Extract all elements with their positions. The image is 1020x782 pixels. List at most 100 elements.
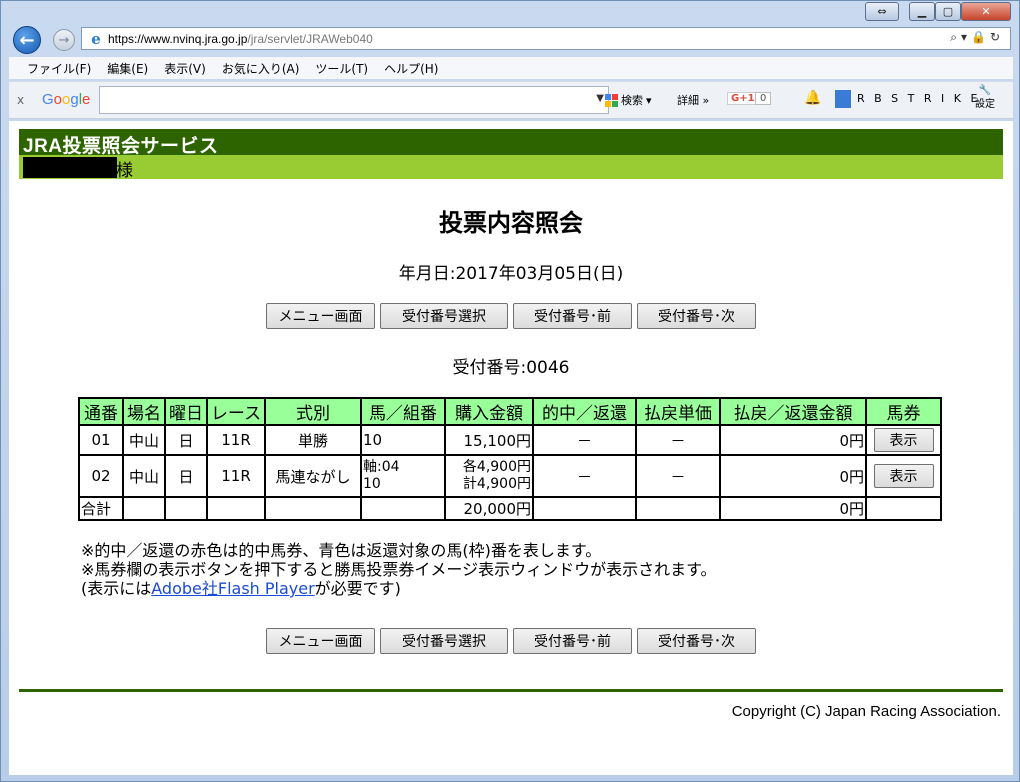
user-avatar-icon[interactable] (835, 90, 851, 108)
cell-race: 11R (206, 424, 266, 456)
menu-tools[interactable]: ツール(T) (315, 60, 368, 77)
cell-ticket: 表示 (865, 424, 942, 456)
notes: ※的中／返還の赤色は的中馬券、青色は返還対象の馬(枠)番を表します。 ※馬券欄の… (81, 541, 717, 598)
receipt-next-button[interactable]: 受付番号･次 (637, 628, 756, 654)
note-line-1: ※的中／返還の赤色は的中馬券、青色は返還対象の馬(枠)番を表します。 (81, 541, 602, 560)
cell-payout: 0円 (719, 424, 867, 456)
menu-file[interactable]: ファイル(F) (27, 60, 91, 77)
window-restore-icon[interactable]: ⇔ (865, 2, 899, 21)
cell-total-label: 合計 (78, 496, 124, 521)
toolbar-search-input[interactable]: ▼ (99, 86, 609, 114)
menu-screen-button[interactable]: メニュー画面 (266, 628, 375, 654)
flash-player-link[interactable]: Adobe社Flash Player (151, 579, 314, 598)
url-host: https://www.nvinq.jra.go.jp (108, 31, 248, 46)
toolbar-close-icon[interactable]: x (17, 93, 24, 107)
cell-hit: － (532, 454, 637, 498)
show-ticket-button[interactable]: 表示 (873, 464, 934, 488)
navigation-bar: ← → e https://www.nvinq.jra.go.jp/jra/se… (9, 25, 1013, 55)
cell-amount: 15,100円 (444, 424, 534, 456)
bet-table: 通番 場名 曜日 レース 式別 馬／組番 購入金額 的中／返還 払戻単価 払戻／… (78, 397, 942, 521)
close-window-button[interactable]: ✕ (961, 2, 1011, 21)
toolbar-user-label[interactable]: R B S T R I K E (857, 92, 980, 105)
back-button[interactable]: ← (13, 26, 41, 54)
table-row: 01 中山 日 11R 単勝 10 15,100円 － － 0円 表示 (78, 424, 942, 456)
ie-page-icon: e (91, 29, 101, 48)
date-line: 年月日:2017年03月05日(日) (398, 264, 624, 284)
note-line-2: ※馬券欄の表示ボタンを押下すると勝馬投票券イメージ表示ウィンドウが表示されます。 (81, 560, 717, 579)
cell-race: 11R (206, 454, 266, 498)
menu-bar: ファイル(F) 編集(E) 表示(V) お気に入り(A) ツール(T) ヘルプ(… (9, 57, 1013, 79)
col-race: レース (206, 397, 266, 426)
col-combo: 馬／組番 (360, 397, 446, 426)
google-logo: Google (42, 91, 91, 108)
gplus-button[interactable]: G+1 (727, 92, 759, 105)
toolbar-settings-button[interactable]: 🔧 設定 (975, 84, 995, 112)
settings-label: 設定 (975, 99, 995, 110)
menu-screen-button[interactable]: メニュー画面 (266, 303, 375, 329)
cell-venue: 中山 (122, 424, 166, 456)
bottom-button-row: メニュー画面 受付番号選択 受付番号･前 受付番号･次 (266, 628, 756, 654)
amount-line1: 各4,900円 (462, 459, 531, 475)
refresh-icon[interactable]: ↻ (990, 30, 1004, 44)
receipt-next-button[interactable]: 受付番号･次 (637, 303, 756, 329)
menu-view[interactable]: 表示(V) (164, 60, 206, 77)
address-url[interactable]: https://www.nvinq.jra.go.jp/jra/servlet/… (108, 32, 373, 46)
cell-amount: 各4,900円 計4,900円 (444, 454, 534, 498)
cell-empty (635, 496, 721, 521)
back-arrow-icon: ← (19, 29, 35, 51)
cell-unit: － (635, 424, 721, 456)
cell-total-payout: 0円 (719, 496, 867, 521)
cell-unit: － (635, 454, 721, 498)
cell-empty (360, 496, 446, 521)
receipt-select-button[interactable]: 受付番号選択 (380, 303, 508, 329)
table-header-row: 通番 場名 曜日 レース 式別 馬／組番 購入金額 的中／返還 払戻単価 払戻／… (78, 397, 942, 426)
amount-line2: 計4,900円 (462, 476, 531, 492)
show-ticket-button[interactable]: 表示 (873, 428, 934, 452)
page-title: 投票内容照会 (439, 209, 583, 237)
menu-edit[interactable]: 編集(E) (107, 60, 148, 77)
receipt-prev-button[interactable]: 受付番号･前 (513, 628, 632, 654)
cell-payout: 0円 (719, 454, 867, 498)
cell-no: 02 (78, 454, 124, 498)
maximize-button[interactable]: ▢ (935, 2, 961, 21)
cell-day: 日 (164, 454, 208, 498)
col-payout: 払戻／返還金額 (719, 397, 867, 426)
table-row: 02 中山 日 11R 馬連ながし 軸:04 10 各4,900円 計4,900円 … (78, 454, 942, 498)
toolbar-search-button[interactable]: 検索 ▾ (605, 92, 652, 108)
search-dropdown-icon[interactable]: ⌕▾ (950, 30, 971, 44)
note-line-3: (表示にはAdobe社Flash Playerが必要です) (81, 579, 717, 598)
cell-empty (532, 496, 637, 521)
forward-button[interactable]: → (53, 29, 75, 51)
cell-ticket: 表示 (865, 454, 942, 498)
lock-icon[interactable]: 🔒 (971, 30, 990, 44)
redacted-user-name (23, 157, 117, 178)
receipt-select-button[interactable]: 受付番号選択 (380, 628, 508, 654)
cell-total-amount: 20,000円 (444, 496, 534, 521)
combo-line1: 軸:04 (363, 459, 400, 475)
bell-icon[interactable]: 🔔 (804, 90, 821, 106)
cell-combo: 軸:04 10 (360, 454, 446, 498)
toolbar-detail-button[interactable]: 詳細 » (677, 92, 709, 108)
chevron-down-icon: ▾ (646, 93, 652, 107)
title-bar: ⇔ ▁ ▢ ✕ (1, 1, 1019, 25)
search-button-label: 検索 (621, 94, 643, 107)
menu-help[interactable]: ヘルプ(H) (384, 60, 438, 77)
address-bar[interactable]: e https://www.nvinq.jra.go.jp/jra/servle… (81, 27, 1011, 50)
note-pre: (表示には (81, 579, 152, 598)
cell-type: 馬連ながし (264, 454, 362, 498)
search-dropdown-icon[interactable]: ▼ (596, 93, 604, 104)
receipt-prev-button[interactable]: 受付番号･前 (513, 303, 632, 329)
top-button-row: メニュー画面 受付番号選択 受付番号･前 受付番号･次 (266, 303, 756, 329)
menu-favorites[interactable]: お気に入り(A) (222, 60, 300, 77)
cell-empty (264, 496, 362, 521)
service-header: JRA投票照会サービス (19, 129, 1003, 157)
cell-venue: 中山 (122, 454, 166, 498)
service-title: JRA投票照会サービス (23, 136, 219, 157)
browser-window: ⇔ ▁ ▢ ✕ ← → e https://www.nvinq.jra.go.j… (0, 0, 1020, 782)
col-venue: 場名 (122, 397, 166, 426)
google-toolbar: x Google ▼ 検索 ▾ 詳細 » G+1 0 🔔 R B S T R I … (9, 81, 1013, 119)
combo-line2: 10 (363, 476, 381, 492)
minimize-button[interactable]: ▁ (909, 2, 935, 21)
amount-line1: 15,100円 (463, 431, 532, 450)
footer-divider (19, 689, 1003, 692)
